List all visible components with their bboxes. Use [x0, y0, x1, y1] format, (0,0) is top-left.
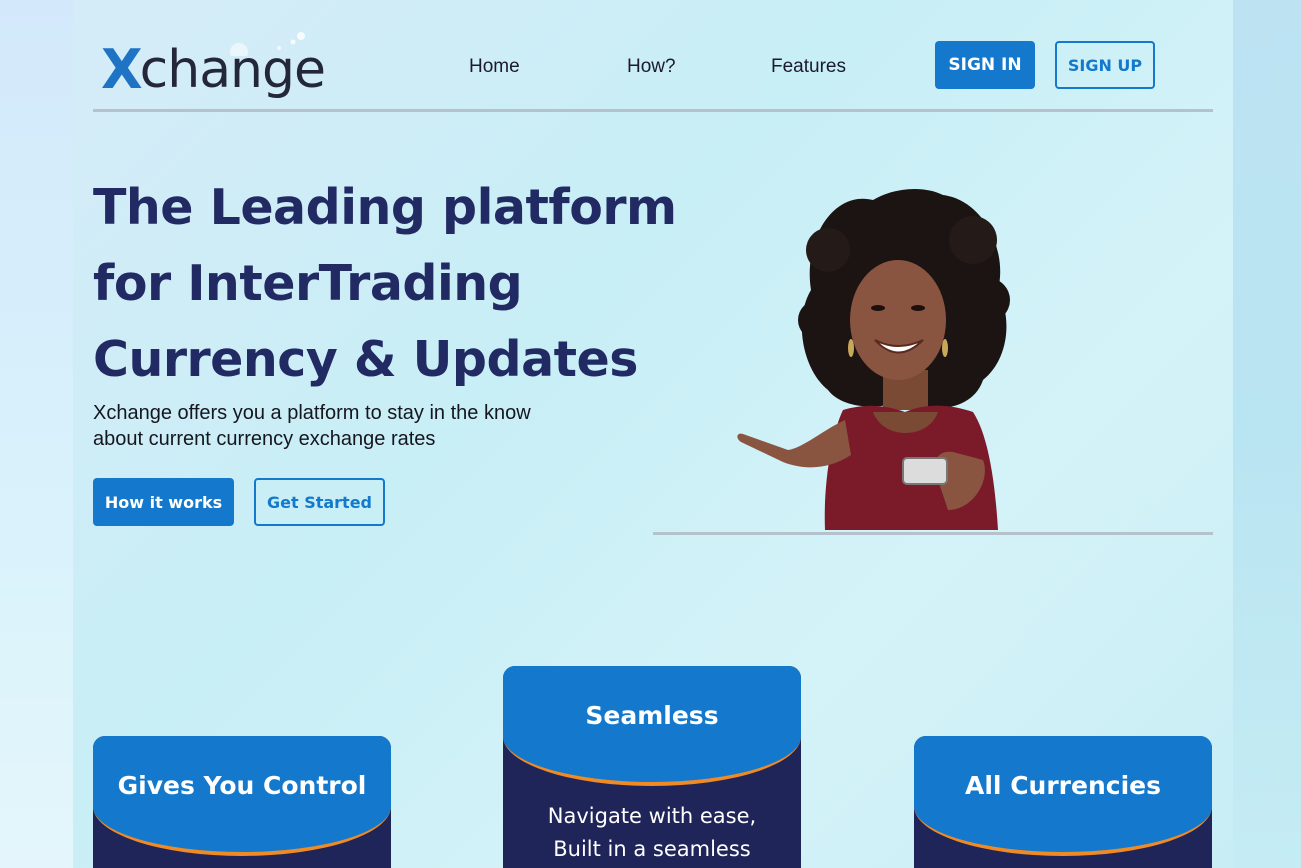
feature-card-title: All Currencies: [965, 770, 1161, 800]
feature-card-title: Gives You Control: [117, 770, 367, 800]
page-container: X change Home How? Features SIGN IN SIGN…: [73, 0, 1233, 868]
hero-title-line: for InterTrading: [93, 255, 523, 312]
feature-card-control[interactable]: Gives You Control: [93, 736, 391, 868]
hero-title-line: The Leading platform: [93, 179, 677, 236]
feature-card-header: All Currencies: [914, 736, 1212, 856]
nav-item-features[interactable]: Features: [771, 56, 846, 78]
xchange-logo[interactable]: X change: [101, 32, 341, 102]
how-it-works-button[interactable]: How it works: [93, 478, 234, 526]
feature-card-header: Seamless: [503, 666, 801, 786]
hero-woman-image: [737, 188, 1010, 530]
logo-sparkle-icon: [230, 32, 305, 56]
feature-card-body-line: Built in a seamless: [553, 837, 751, 861]
feature-card-title: Seamless: [585, 700, 719, 730]
hero-title: The Leading platform for InterTrading Cu…: [93, 170, 713, 398]
get-started-button[interactable]: Get Started: [254, 478, 385, 526]
feature-card-seamless[interactable]: Seamless Navigate with ease, Built in a …: [503, 666, 801, 868]
hero-subtitle-line: about current currency exchange rates: [93, 428, 436, 450]
feature-card-body-line: Navigate with ease,: [547, 804, 757, 828]
hero-subtitle: Xchange offers you a platform to stay in…: [93, 400, 573, 452]
nav-item-home[interactable]: Home: [469, 56, 520, 78]
sign-in-button[interactable]: SIGN IN: [935, 41, 1035, 89]
sign-up-button[interactable]: SIGN UP: [1055, 41, 1155, 89]
header-divider: [93, 109, 1213, 112]
nav-item-how[interactable]: How?: [627, 56, 676, 78]
feature-card-currencies[interactable]: All Currencies: [914, 736, 1212, 868]
hero-subtitle-line: Xchange offers you a platform to stay in…: [93, 402, 531, 424]
main-nav: Home How? Features: [443, 56, 863, 84]
right-margin-background: [1233, 0, 1301, 868]
hero-title-line: Currency & Updates: [93, 331, 638, 388]
logo-mark: X: [101, 38, 143, 101]
feature-card-header: Gives You Control: [93, 736, 391, 856]
hero-divider: [653, 532, 1213, 535]
left-margin-background: [0, 0, 73, 868]
feature-card-body: Navigate with ease, Built in a seamless: [503, 786, 801, 866]
